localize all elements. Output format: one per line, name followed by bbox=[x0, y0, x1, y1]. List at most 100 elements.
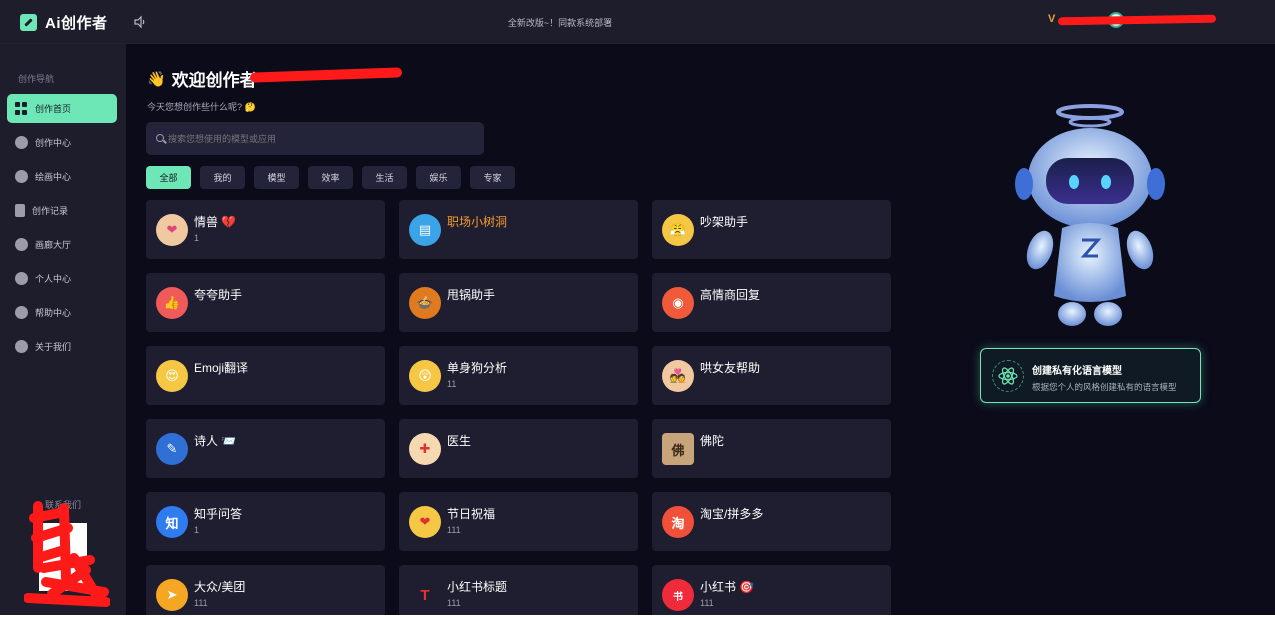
app-card[interactable]: 💑 哄女友帮助 bbox=[652, 346, 891, 405]
card-title: 知乎问答 bbox=[194, 507, 243, 521]
tab-all[interactable]: 全部 bbox=[146, 166, 191, 189]
sidebar-item-drawing-center[interactable]: 绘画中心 bbox=[7, 162, 117, 191]
tab-mine[interactable]: 我的 bbox=[200, 166, 245, 189]
app-card[interactable]: ❤ 节日祝福 111 bbox=[399, 492, 638, 551]
app-root: Ai创作者 全新改版~！同款系统部署 V 创作导航 创作首页 创作中心 绘画中心 bbox=[0, 0, 1275, 615]
tab-life[interactable]: 生活 bbox=[362, 166, 407, 189]
pot-icon: 🍲 bbox=[409, 287, 441, 319]
card-title: 诗人 📨 bbox=[194, 434, 237, 448]
card-title: 夸夸助手 bbox=[194, 288, 243, 302]
thumbs-up-icon: 👍 bbox=[156, 287, 188, 319]
announcement-text[interactable]: 全新改版~！同款系统部署 bbox=[0, 16, 1120, 29]
app-card[interactable]: ▤ 职场小树洞 bbox=[399, 200, 638, 259]
card-title: 情兽 💔 bbox=[194, 215, 237, 229]
card-title: 大众/美团 bbox=[194, 580, 246, 594]
gallery-icon bbox=[15, 238, 28, 251]
card-usage-count: 111 bbox=[700, 598, 714, 608]
card-title: 甩锅助手 bbox=[447, 288, 496, 302]
tab-models[interactable]: 模型 bbox=[254, 166, 299, 189]
app-card[interactable]: ✎ 诗人 📨 bbox=[146, 419, 385, 478]
card-title: 节日祝福 bbox=[447, 507, 496, 521]
sidebar-item-creation-center[interactable]: 创作中心 bbox=[7, 128, 117, 157]
app-card[interactable]: 书 小红书 🎯 111 bbox=[652, 565, 891, 615]
heart-eyes-icon: 😍 bbox=[156, 360, 188, 392]
app-card[interactable]: 佛 佛陀 bbox=[652, 419, 891, 478]
xiaohongshu-icon: 书 bbox=[662, 579, 694, 611]
zhihu-icon: 知 bbox=[156, 506, 188, 538]
redaction-mark bbox=[1057, 14, 1217, 26]
taobao-icon: 淘 bbox=[662, 506, 694, 538]
atom-icon bbox=[992, 360, 1024, 392]
app-card[interactable]: 😲 单身狗分析 11 bbox=[399, 346, 638, 405]
office-icon: ▤ bbox=[409, 214, 441, 246]
app-card[interactable]: 知 知乎问答 1 bbox=[146, 492, 385, 551]
app-card[interactable]: ➤ 大众/美团 111 bbox=[146, 565, 385, 615]
app-card[interactable]: 🍲 甩锅助手 bbox=[399, 273, 638, 332]
sidebar-item-label: 创作中心 bbox=[35, 138, 72, 148]
card-title: 淘宝/拼多多 bbox=[700, 507, 764, 521]
document-icon bbox=[15, 204, 25, 217]
sidebar-item-records[interactable]: 创作记录 bbox=[7, 196, 117, 225]
user-menu[interactable]: V bbox=[1048, 12, 1218, 30]
sidebar-item-label: 绘画中心 bbox=[35, 172, 72, 182]
app-card[interactable]: ◉ 高情商回复 bbox=[652, 273, 891, 332]
pen-icon bbox=[15, 136, 28, 149]
sidebar-item-label: 帮助中心 bbox=[35, 308, 72, 318]
card-title: 高情商回复 bbox=[700, 288, 761, 302]
search-icon bbox=[156, 134, 164, 142]
app-card-grid: ❤ 情兽 💔 1 ▤ 职场小树洞 😤 吵架助手 👍 夸夸助手 🍲 甩锅助手 ◉ … bbox=[146, 200, 891, 615]
sidebar-item-label: 画廊大厅 bbox=[35, 240, 72, 250]
card-usage-count: 11 bbox=[447, 379, 457, 389]
card-title: 小红书 🎯 bbox=[700, 580, 755, 594]
card-usage-count: 111 bbox=[447, 598, 461, 608]
subtitle-text: 今天您想创作些什么呢? bbox=[147, 102, 243, 112]
card-title: 小红书标题 bbox=[447, 580, 508, 594]
sidebar-item-label: 创作首页 bbox=[35, 104, 72, 114]
promo-description: 根据您个人的风格创建私有的语言模型 bbox=[1032, 382, 1177, 392]
help-icon bbox=[15, 306, 28, 319]
app-card[interactable]: ❤ 情兽 💔 1 bbox=[146, 200, 385, 259]
card-usage-count: 111 bbox=[194, 598, 208, 608]
robot-mascot-illustration bbox=[1015, 104, 1165, 326]
tab-entertainment[interactable]: 娱乐 bbox=[416, 166, 461, 189]
heart-icon: ❤ bbox=[409, 506, 441, 538]
sidebar-item-label: 创作记录 bbox=[32, 206, 69, 216]
card-title: 医生 bbox=[447, 434, 472, 448]
sidebar-item-home[interactable]: 创作首页 bbox=[7, 94, 117, 123]
info-icon bbox=[15, 340, 28, 353]
app-card[interactable]: 😍 Emoji翻译 bbox=[146, 346, 385, 405]
search-bar[interactable] bbox=[146, 122, 484, 155]
category-tabs: 全部 我的 模型 效率 生活 娱乐 专家 bbox=[146, 166, 515, 189]
meituan-icon: ➤ bbox=[156, 579, 188, 611]
welcome-heading: 👋 欢迎创作者 bbox=[147, 66, 257, 91]
sidebar-item-profile[interactable]: 个人中心 bbox=[7, 264, 117, 293]
app-card[interactable]: 😤 吵架助手 bbox=[652, 200, 891, 259]
card-usage-count: 1 bbox=[194, 525, 200, 535]
sidebar-item-gallery[interactable]: 画廊大厅 bbox=[7, 230, 117, 259]
app-card[interactable]: 👍 夸夸助手 bbox=[146, 273, 385, 332]
card-title: 吵架助手 bbox=[700, 215, 749, 229]
tab-experts[interactable]: 专家 bbox=[470, 166, 515, 189]
tab-efficiency[interactable]: 效率 bbox=[308, 166, 353, 189]
sidebar-item-help[interactable]: 帮助中心 bbox=[7, 298, 117, 327]
redaction-scribble bbox=[24, 501, 110, 607]
card-title: 哄女友帮助 bbox=[700, 361, 761, 375]
sidebar-item-about[interactable]: 关于我们 bbox=[7, 332, 117, 361]
quill-icon: ✎ bbox=[156, 433, 188, 465]
user-icon bbox=[15, 272, 28, 285]
app-card[interactable]: 淘 淘宝/拼多多 bbox=[652, 492, 891, 551]
app-card[interactable]: ✚ 医生 bbox=[399, 419, 638, 478]
card-title: 单身狗分析 bbox=[447, 361, 508, 375]
palette-icon bbox=[15, 170, 28, 183]
card-usage-count: 1 bbox=[194, 233, 200, 243]
promo-title: 创建私有化语言模型 bbox=[1032, 366, 1122, 377]
welcome-subtitle: 今天您想创作些什么呢? 🤔 bbox=[147, 100, 256, 113]
search-input[interactable] bbox=[168, 133, 448, 144]
waving-hand-icon: 👋 bbox=[147, 70, 166, 88]
app-card[interactable]: T 小红书标题 111 bbox=[399, 565, 638, 615]
thinking-face-icon: 🤔 bbox=[244, 102, 256, 112]
couple-icon: ❤ bbox=[156, 214, 188, 246]
create-private-model-card[interactable]: 创建私有化语言模型 根据您个人的风格创建私有的语言模型 bbox=[980, 348, 1201, 403]
card-title: Emoji翻译 bbox=[194, 361, 249, 375]
sidebar-item-label: 个人中心 bbox=[35, 274, 72, 284]
